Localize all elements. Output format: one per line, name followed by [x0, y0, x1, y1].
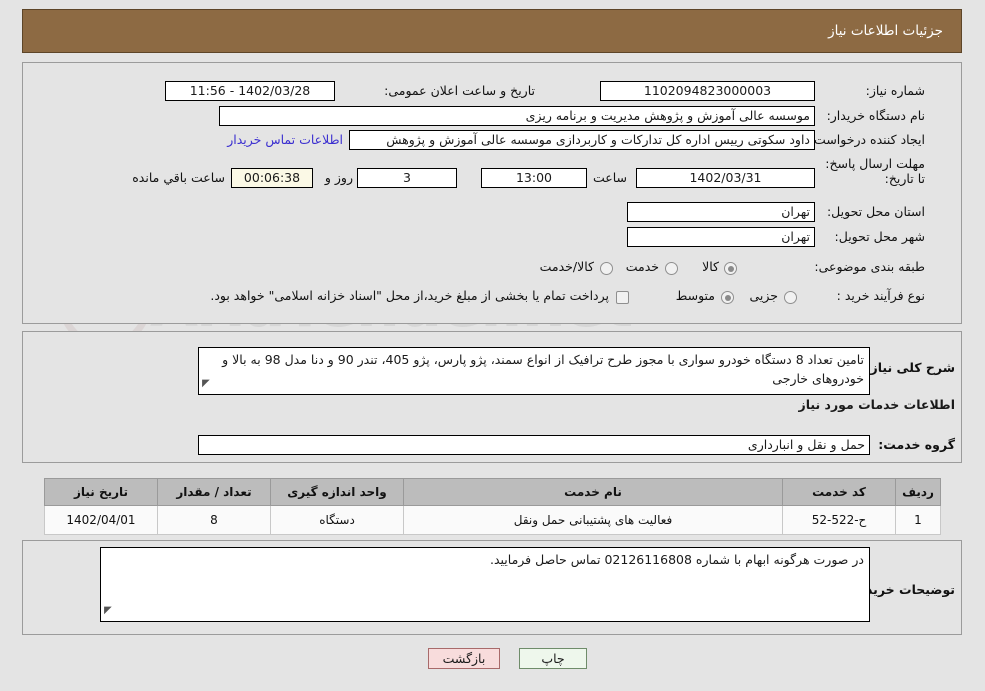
table-header-row: ردیف کد خدمت نام خدمت واحد اندازه گیری ت… — [44, 478, 941, 506]
description-label: شرح کلی نیاز: — [865, 360, 955, 375]
deadline-time-value: 13:00 — [481, 168, 587, 188]
cell-need-date: 1402/04/01 — [44, 505, 158, 535]
deadline-time-label: ساعت — [592, 170, 627, 185]
radio-subject-khedmat[interactable] — [665, 262, 678, 275]
resize-grip-icon-2[interactable]: ◥ — [104, 601, 112, 620]
col-header-quantity: تعداد / مقدار — [157, 478, 271, 506]
buyer-org-value: موسسه عالی آموزش و پژوهش مدیریت و برنامه… — [219, 106, 815, 126]
service-group-value: حمل و نقل و انبارداری — [198, 435, 870, 455]
buyer-org-label: نام دستگاه خریدار: — [826, 108, 925, 123]
description-value: تامین تعداد 8 دستگاه خودرو سواری با مجوز… — [222, 352, 864, 386]
requester-label: ایجاد کننده درخواست: — [809, 132, 925, 147]
need-number-value: 1102094823000003 — [600, 81, 815, 101]
page-title: جزئیات اطلاعات نیاز — [828, 23, 943, 39]
deadline-countdown-value: 00:06:38 — [231, 168, 313, 188]
need-info-panel — [22, 62, 962, 324]
cell-quantity: 8 — [157, 505, 271, 535]
col-header-radif: ردیف — [895, 478, 941, 506]
buyer-notes-textarea[interactable]: در صورت هرگونه ابهام با شماره 0212611680… — [100, 547, 870, 622]
resize-grip-icon[interactable]: ◥ — [202, 374, 210, 393]
service-group-label: گروه خدمت: — [878, 437, 955, 452]
buyer-contact-link[interactable]: اطلاعات تماس خریدار — [227, 132, 343, 147]
deadline-label: مهلت ارسال پاسخ: تا تاریخ: — [825, 156, 925, 186]
deadline-date-value: 1402/03/31 — [636, 168, 815, 188]
deadline-days-suffix: روز و — [324, 170, 353, 185]
back-button[interactable]: بازگشت — [428, 648, 500, 669]
treasury-bond-label: پرداخت تمام یا بخشی از مبلغ خرید،از محل … — [210, 288, 609, 303]
services-table: ردیف کد خدمت نام خدمت واحد اندازه گیری ت… — [44, 478, 941, 535]
subject-class-label: طبقه بندی موضوعی: — [814, 259, 925, 274]
delivery-province-label: استان محل تحویل: — [826, 204, 925, 219]
cell-radif: 1 — [895, 505, 941, 535]
cell-service-code: ح-522-52 — [782, 505, 896, 535]
table-row: 1 ح-522-52 فعالیت های پشتیبانی حمل ونقل … — [44, 505, 941, 535]
purchase-option-label-1: متوسط — [675, 288, 715, 303]
services-section-title: اطلاعات خدمات مورد نیاز — [798, 397, 956, 412]
deadline-countdown-suffix: ساعت باقي مانده — [132, 170, 225, 185]
description-textarea[interactable]: تامین تعداد 8 دستگاه خودرو سواری با مجوز… — [198, 347, 870, 395]
subject-option-label-2: کالا/خدمت — [539, 259, 594, 274]
purchase-option-label-0: جزیی — [749, 288, 778, 303]
radio-subject-kala-khedmat[interactable] — [600, 262, 613, 275]
col-header-service-code: کد خدمت — [782, 478, 896, 506]
delivery-province-value: تهران — [627, 202, 815, 222]
radio-subject-kala[interactable] — [724, 262, 737, 275]
print-button[interactable]: چاپ — [519, 648, 587, 669]
col-header-need-date: تاریخ نیاز — [44, 478, 158, 506]
requester-value: داود سکوتی رییس اداره کل تدارکات و کاربر… — [349, 130, 815, 150]
radio-purchase-jozii[interactable] — [784, 291, 797, 304]
subject-option-label-1: خدمت — [625, 259, 659, 274]
cell-unit: دستگاه — [270, 505, 404, 535]
announce-datetime-label: تاریخ و ساعت اعلان عمومی: — [384, 83, 535, 98]
subject-option-label-0: کالا — [702, 259, 719, 274]
buyer-notes-value: در صورت هرگونه ابهام با شماره 0212611680… — [489, 552, 864, 567]
delivery-city-value: تهران — [627, 227, 815, 247]
delivery-city-label: شهر محل تحویل: — [834, 229, 925, 244]
col-header-service-name: نام خدمت — [403, 478, 783, 506]
treasury-bond-checkbox[interactable] — [616, 291, 629, 304]
radio-purchase-motevaset[interactable] — [721, 291, 734, 304]
announce-datetime-value: 1402/03/28 - 11:56 — [165, 81, 335, 101]
page-header: جزئیات اطلاعات نیاز — [22, 9, 962, 53]
need-number-label: شماره نیاز: — [865, 83, 925, 98]
purchase-type-label: نوع فرآیند خرید : — [836, 288, 925, 303]
cell-service-name: فعالیت های پشتیبانی حمل ونقل — [403, 505, 783, 535]
deadline-days-value: 3 — [357, 168, 457, 188]
col-header-unit: واحد اندازه گیری — [270, 478, 404, 506]
